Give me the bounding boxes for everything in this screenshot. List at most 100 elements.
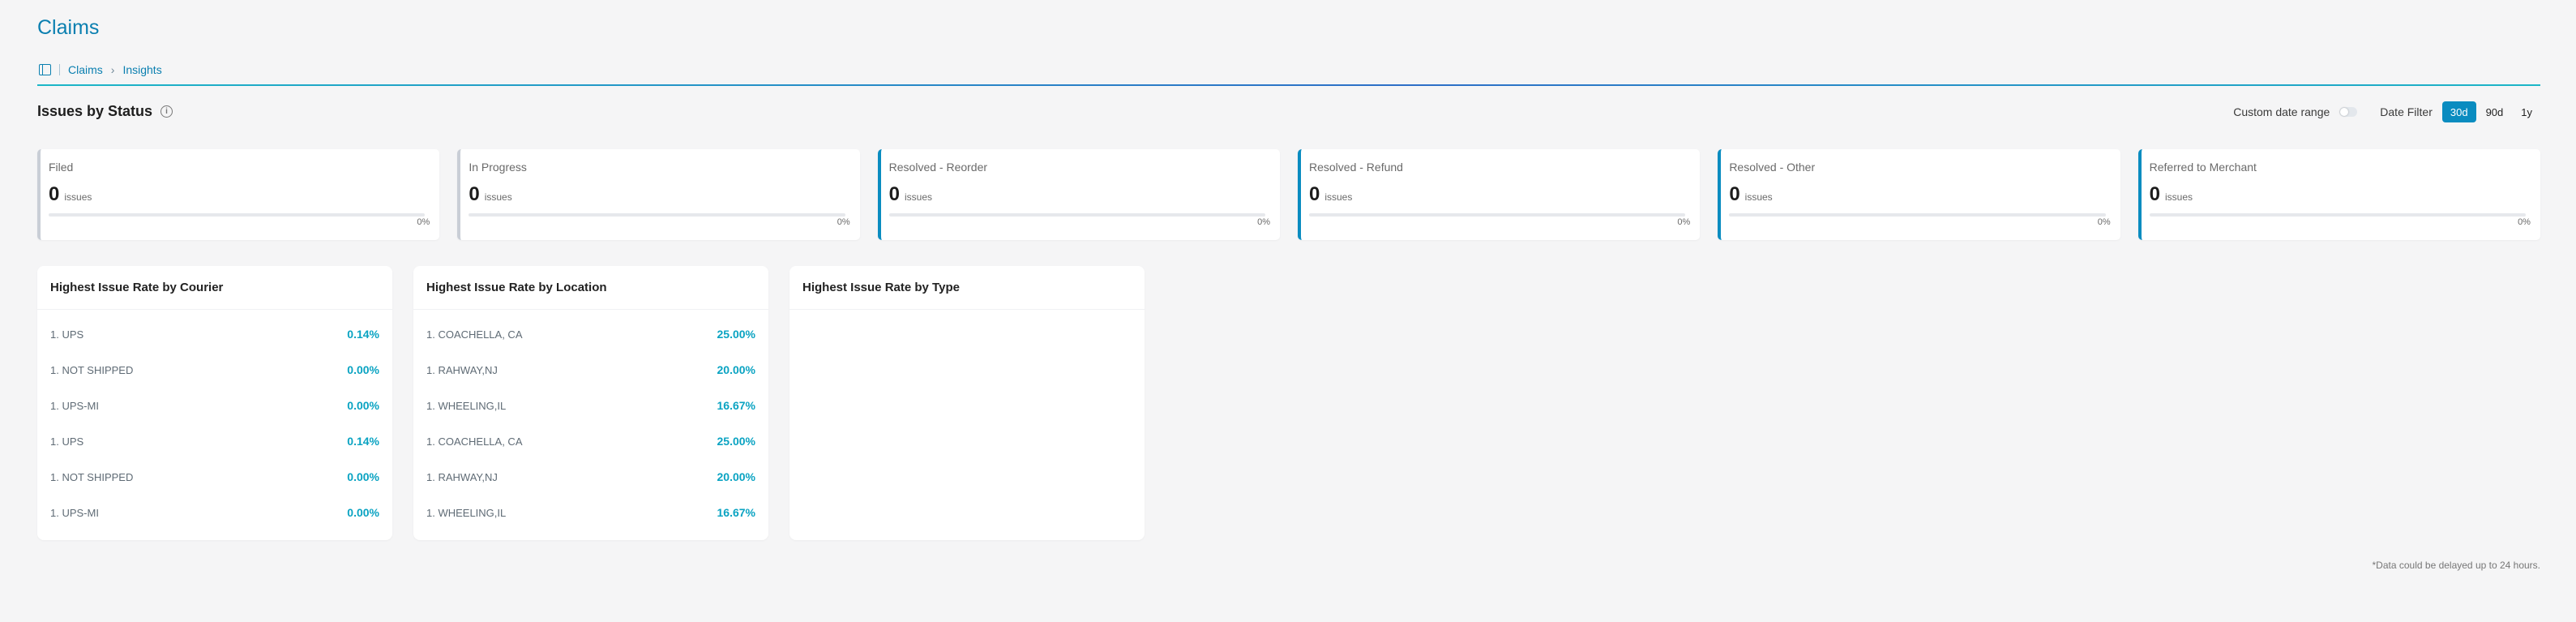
status-card-count: 0 [2149,183,2160,205]
status-card-progress-bar [469,213,845,217]
data-delay-footnote: *Data could be delayed up to 24 hours. [2372,560,2540,571]
status-card-percent: 0% [837,217,850,227]
status-card-progress-bar [1308,213,1686,217]
rate-card-list: 1. UPS 0.14% 1. NOT SHIPPED 0.00% 1. UPS-MI 0… [37,310,392,530]
status-card-unit: issues [64,191,92,203]
list-item[interactable]: 1. RAHWAY,NJ 20.00% [413,459,768,495]
list-item[interactable]: 1. UPS 0.14% [37,423,392,459]
list-item-name: 1. UPS [50,435,84,448]
status-card: Referred to Merchant 0 issues 0% [2137,149,2540,240]
status-card-unit: issues [1324,191,1353,203]
info-icon[interactable]: i [160,105,173,118]
date-controls: Custom date range Date Filter 30d 90d 1y [2233,101,2540,122]
sidebar-toggle-icon[interactable] [39,64,51,75]
range-90d-button[interactable]: 90d [2478,101,2512,122]
list-item[interactable]: 1. WHEELING,IL 16.67% [413,388,768,423]
status-card-progress-bar [1729,213,2106,217]
status-card-value-row: 0 issues [1309,183,1690,206]
rate-card: Highest Issue Rate by Type [789,266,1145,540]
breadcrumb-separator [59,64,60,75]
list-item-rate: 16.67% [717,399,755,412]
status-card-value-row: 0 issues [49,183,430,206]
list-item[interactable]: 1. RAHWAY,NJ 20.00% [413,352,768,388]
rate-cards: Highest Issue Rate by Courier 1. UPS 0.14%… [37,266,1145,540]
list-item-rate: 20.00% [717,470,755,483]
status-card: Resolved - Reorder 0 issues 0% [877,149,1280,240]
status-card-percent: 0% [1257,217,1270,227]
custom-date-range-label: Custom date range [2233,105,2330,118]
status-card-unit: issues [905,191,933,203]
range-1y-button[interactable]: 1y [2513,101,2540,122]
list-item-name: 1. COACHELLA, CA [426,435,523,448]
status-card-count: 0 [469,183,480,205]
list-item[interactable]: 1. NOT SHIPPED 0.00% [37,352,392,388]
status-card-unit: issues [1744,191,1773,203]
rate-card-list [789,310,1145,316]
list-item-rate: 0.00% [347,399,379,412]
status-card-value-row: 0 issues [469,183,849,206]
list-item[interactable]: 1. NOT SHIPPED 0.00% [37,459,392,495]
status-card: Filed 0 issues 0% [37,149,440,240]
list-item-name: 1. WHEELING,IL [426,399,507,412]
list-item[interactable]: 1. UPS 0.14% [37,316,392,352]
status-card-progress-bar [888,213,1265,217]
breadcrumb: Claims › Insights [39,62,162,78]
range-30d-button[interactable]: 30d [2441,101,2476,122]
breadcrumb-claims-link[interactable]: Claims [68,63,103,76]
status-card-label: Referred to Merchant [2149,161,2257,174]
header-divider [37,84,2540,86]
status-card-unit: issues [2165,191,2193,203]
list-item[interactable]: 1. UPS-MI 0.00% [37,495,392,530]
list-item[interactable]: 1. COACHELLA, CA 25.00% [413,316,768,352]
status-card: Resolved - Refund 0 issues 0% [1297,149,1701,240]
status-card-value-row: 0 issues [889,183,1270,206]
list-item[interactable]: 1. COACHELLA, CA 25.00% [413,423,768,459]
breadcrumb-insights-link[interactable]: Insights [122,63,161,76]
list-item-name: 1. UPS [50,328,84,341]
rate-card-list: 1. COACHELLA, CA 25.00% 1. RAHWAY,NJ 20.00%… [413,310,768,530]
list-item-rate: 0.14% [347,328,379,341]
page-title: Claims [37,16,100,39]
status-card: In Progress 0 issues 0% [457,149,860,240]
list-item-name: 1. WHEELING,IL [426,506,507,519]
list-item-rate: 25.00% [717,328,755,341]
section-title: Issues by Status [37,102,153,119]
list-item-rate: 20.00% [717,363,755,376]
custom-date-range-toggle[interactable] [2339,107,2358,117]
list-item-rate: 0.00% [347,470,379,483]
status-cards: Filed 0 issues 0% In Progress 0 issues 0% Resolv… [37,149,2540,240]
status-card: Resolved - Other 0 issues 0% [1718,149,2120,240]
status-card-percent: 0% [2097,217,2111,227]
list-item[interactable]: 1. UPS-MI 0.00% [37,388,392,423]
status-card-count: 0 [49,183,60,205]
status-card-progress-bar [2149,213,2526,217]
rate-card-title: Highest Issue Rate by Type [789,266,1145,310]
date-range-selector: 30d 90d 1y [2441,101,2540,122]
list-item-name: 1. NOT SHIPPED [50,470,134,483]
list-item-rate: 0.14% [347,435,379,448]
list-item-rate: 25.00% [717,435,755,448]
status-card-label: Resolved - Reorder [888,161,988,174]
status-card-label: Resolved - Other [1729,161,1816,174]
status-card-percent: 0% [1677,217,1691,227]
list-item-name: 1. NOT SHIPPED [50,363,134,376]
list-item-rate: 0.00% [347,506,379,519]
status-card-count: 0 [1729,183,1740,205]
status-card-label: Resolved - Refund [1308,161,1403,174]
list-item-name: 1. RAHWAY,NJ [426,470,498,483]
list-item-name: 1. UPS-MI [50,399,99,412]
list-item-rate: 16.67% [717,506,755,519]
status-card-count: 0 [888,183,901,205]
list-item[interactable]: 1. WHEELING,IL 16.67% [413,495,768,530]
rate-card: Highest Issue Rate by Courier 1. UPS 0.14%… [37,266,392,540]
status-card-label: In Progress [469,161,527,174]
list-item-name: 1. COACHELLA, CA [426,328,523,341]
section-header: Issues by Status i [37,102,173,120]
status-card-label: Filed [49,161,74,174]
status-card-progress-bar [49,213,426,217]
rate-card: Highest Issue Rate by Location 1. COACHEL… [413,266,768,540]
list-item-name: 1. RAHWAY,NJ [426,363,498,376]
status-card-unit: issues [484,191,512,203]
rate-card-title: Highest Issue Rate by Courier [37,266,392,310]
status-card-count: 0 [1308,183,1320,205]
